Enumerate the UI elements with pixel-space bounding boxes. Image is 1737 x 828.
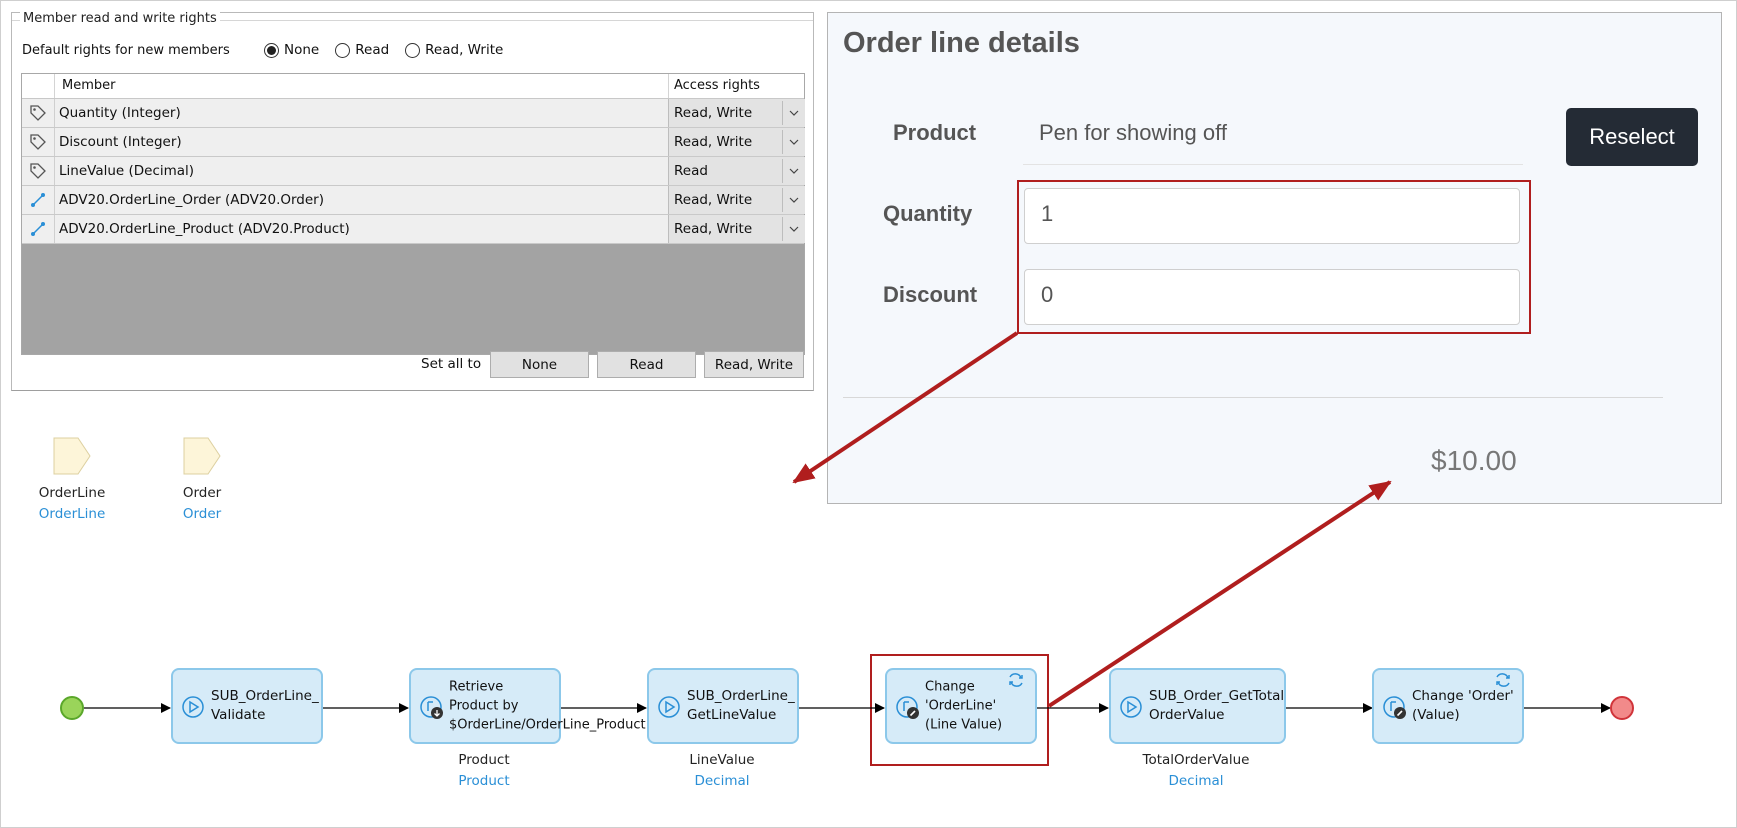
- activity-sub-orderline-getlinevalue[interactable]: SUB_OrderLine_ GetLineValue: [647, 668, 799, 744]
- activity-label: Retrieve Product by $OrderLine/OrderLine…: [449, 679, 646, 733]
- activity-change-orderline[interactable]: Change 'OrderLine' (Line Value): [885, 668, 1037, 744]
- submicroflow-icon: [181, 695, 205, 723]
- activity-retrieve-product[interactable]: Retrieve Product by $OrderLine/OrderLine…: [409, 668, 646, 744]
- activity-sub-orderline-validate[interactable]: SUB_OrderLine_ Validate: [171, 668, 323, 744]
- output-variable-linevalue: LineValue Decimal: [622, 752, 822, 789]
- retrieve-icon: [419, 695, 445, 725]
- output-variable-type: Product: [458, 773, 510, 789]
- activity-label: SUB_Order_GetTotal OrderValue: [1149, 688, 1285, 723]
- activity-label: Change 'Order' (Value): [1412, 688, 1514, 723]
- output-variable-product: Product Product: [384, 752, 584, 789]
- output-variable-name: Product: [458, 752, 510, 768]
- end-event[interactable]: [1610, 696, 1634, 720]
- activity-label: SUB_OrderLine_ GetLineValue: [687, 688, 795, 723]
- output-variable-totalordervalue: TotalOrderValue Decimal: [1096, 752, 1296, 789]
- output-variable-name: LineValue: [689, 752, 755, 768]
- change-object-icon: [1382, 695, 1408, 725]
- activity-label: Change 'OrderLine' (Line Value): [925, 679, 1003, 733]
- change-object-icon: [895, 695, 921, 725]
- output-variable-type: Decimal: [1168, 773, 1224, 789]
- activity-change-order[interactable]: Change 'Order' (Value): [1372, 668, 1524, 744]
- submicroflow-icon: [1119, 695, 1143, 723]
- output-variable-type: Decimal: [694, 773, 750, 789]
- start-event[interactable]: [60, 696, 84, 720]
- activity-sub-order-gettotalordervalue[interactable]: SUB_Order_GetTotal OrderValue: [1109, 668, 1286, 744]
- annotation-arrow: [792, 331, 1019, 484]
- output-variable-name: TotalOrderValue: [1142, 752, 1250, 768]
- submicroflow-icon: [657, 695, 681, 723]
- activity-label: SUB_OrderLine_ Validate: [211, 688, 319, 723]
